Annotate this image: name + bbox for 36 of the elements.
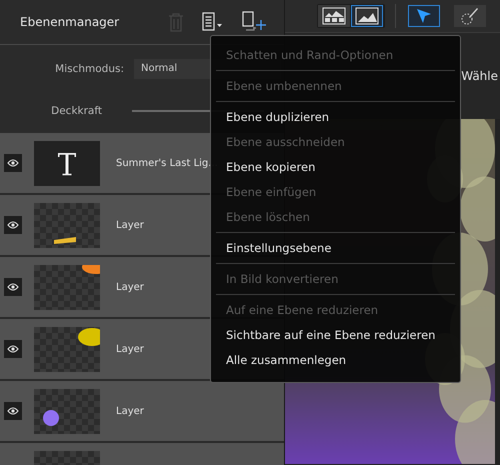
view-button[interactable] [351, 5, 383, 27]
visibility-toggle[interactable] [4, 402, 22, 420]
layer-name: Layer [116, 220, 144, 230]
eye-icon [7, 159, 19, 167]
visibility-toggle[interactable] [4, 216, 22, 234]
eye-icon [7, 283, 19, 291]
text-layer-thumbnail [34, 140, 100, 186]
eye-icon [7, 407, 19, 415]
image-icon [355, 7, 379, 25]
layer-name: Layer [116, 406, 144, 416]
visibility-toggle[interactable] [4, 340, 22, 358]
layer-thumbnail [34, 264, 100, 310]
layer-name: Layer [116, 344, 144, 354]
view-button[interactable] [318, 5, 350, 27]
layer-thumbnail [34, 388, 100, 434]
new-layer-icon[interactable] [242, 11, 266, 33]
tool-button[interactable] [408, 5, 440, 27]
brush-icon [460, 6, 480, 26]
visibility-toggle[interactable] [4, 278, 22, 296]
menu-item[interactable]: Ebene duplizieren [211, 107, 460, 127]
eye-icon [7, 221, 19, 229]
menu-icon[interactable] [202, 12, 224, 32]
visibility-toggle[interactable] [4, 154, 22, 172]
layer-row[interactable]: Layer [0, 381, 284, 443]
field-label: Mischmodus: [54, 63, 124, 75]
layer-name: Layer [116, 282, 144, 292]
layer-name: Summer's Last Lig... [116, 158, 218, 168]
eye-icon [7, 345, 19, 353]
tool-button[interactable] [454, 5, 486, 27]
panel-title: Ebenenmanager [20, 15, 120, 29]
layer-thumbnail [34, 202, 100, 248]
gallery-icon [322, 7, 346, 25]
pointer-icon [415, 7, 433, 25]
option-label: Wähle [461, 69, 499, 83]
layer-thumbnail [34, 326, 100, 372]
field-label: Deckkraft [50, 105, 102, 117]
